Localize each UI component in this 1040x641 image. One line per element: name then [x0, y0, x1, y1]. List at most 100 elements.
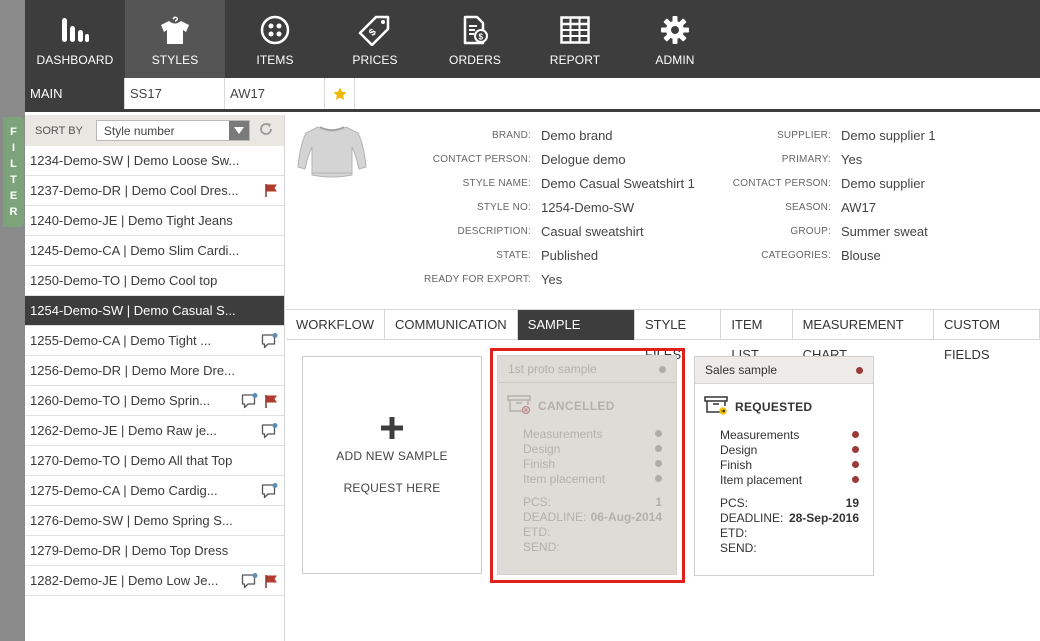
step-dot — [655, 475, 662, 482]
step-dot — [655, 460, 662, 467]
pcs-value: 19 — [845, 496, 859, 510]
field-label: SEASON: — [785, 202, 831, 213]
field-label: CONTACT PERSON: — [432, 154, 531, 165]
style-list-item[interactable]: 1237-Demo-DR | Demo Cool Dres... — [25, 176, 284, 206]
price-tag-icon: $ — [358, 15, 392, 46]
sample-card-cancelled[interactable]: 1st proto sample CANCELLED Measurements … — [497, 355, 677, 575]
style-list-item[interactable]: 1254-Demo-SW | Demo Casual S... — [25, 296, 284, 326]
deadline-value: 28-Sep-2016 — [788, 511, 859, 525]
flag-icon[interactable] — [264, 183, 278, 198]
refresh-icon[interactable] — [258, 121, 274, 140]
sample-title: 1st proto sample — [508, 362, 597, 376]
status-label: REQUESTED — [735, 399, 813, 414]
deadline-label: DEADLINE: — [720, 511, 784, 525]
style-list-item[interactable]: 1245-Demo-CA | Demo Slim Cardi... — [25, 236, 284, 266]
add-sample-subtext: REQUEST HERE — [343, 481, 441, 495]
tab-sample-request[interactable]: SAMPLE REQUEST — [517, 310, 636, 362]
step-label: Item placement — [720, 472, 803, 487]
style-list-item[interactable]: 1234-Demo-SW | Demo Loose Sw... — [25, 146, 284, 176]
style-list-item[interactable]: 1270-Demo-TO | Demo All that Top — [25, 446, 284, 476]
style-list-item[interactable]: 1279-Demo-DR | Demo Top Dress — [25, 536, 284, 566]
step-row: Item placement — [523, 471, 662, 486]
nav-styles[interactable]: STYLES — [125, 0, 225, 78]
style-list-item[interactable]: 1240-Demo-JE | Demo Tight Jeans — [25, 206, 284, 236]
filter-letter: E — [9, 190, 18, 202]
pcs-row: PCS: 1 — [523, 495, 662, 510]
season-tab-main[interactable]: MAIN — [25, 78, 125, 109]
style-list-item[interactable]: 1282-Demo-JE | Demo Low Je... — [25, 566, 284, 596]
style-item-label: 1262-Demo-JE | Demo Raw je... — [30, 423, 217, 438]
style-list-item[interactable]: 1276-Demo-SW | Demo Spring S... — [25, 506, 284, 536]
style-item-label: 1270-Demo-TO | Demo All that Top — [30, 453, 233, 468]
style-list-item[interactable]: 1250-Demo-TO | Demo Cool top — [25, 266, 284, 296]
nav-dashboard[interactable]: DASHBOARD — [25, 0, 125, 78]
tab-item-list[interactable]: ITEM LIST — [721, 310, 793, 362]
style-thumbnail[interactable] — [296, 123, 368, 186]
step-label: Measurements — [523, 426, 603, 441]
etd-row: ETD: — [720, 526, 859, 541]
box-cancelled-icon — [507, 394, 531, 417]
comment-icon[interactable] — [261, 483, 278, 499]
season-tab-aw17[interactable]: AW17 — [225, 78, 325, 109]
season-tabs: MAIN SS17 AW17 — [25, 78, 1040, 112]
status-dot — [856, 366, 863, 374]
flag-icon[interactable] — [264, 394, 278, 409]
field-value: Delogue demo — [541, 152, 626, 167]
nav-prices[interactable]: $ PRICES — [325, 0, 425, 78]
comment-icon[interactable] — [261, 423, 278, 439]
nav-label: ITEMS — [256, 53, 294, 67]
tab-measurement-chart[interactable]: MEASUREMENT CHART — [793, 310, 934, 362]
pcs-row: PCS: 19 — [720, 496, 859, 511]
step-dot — [655, 445, 662, 452]
step-row: Measurements — [720, 427, 859, 442]
pcs-value: 1 — [655, 495, 662, 509]
pcs-label: PCS: — [720, 496, 749, 510]
row-icons — [261, 423, 278, 439]
style-detail: BRAND: Demo brand CONTACT PERSON: Delogue d… — [286, 115, 1040, 309]
nav-report[interactable]: REPORT — [525, 0, 625, 78]
style-item-label: 1256-Demo-DR | Demo More Dre... — [30, 363, 235, 378]
sample-steps: Measurements Design Finish Item placemen… — [498, 426, 676, 486]
style-list-item[interactable]: 1262-Demo-JE | Demo Raw je... — [25, 416, 284, 446]
send-label: SEND: — [720, 541, 757, 555]
sort-label: SORT BY — [35, 124, 83, 137]
flag-icon[interactable] — [264, 574, 278, 589]
sort-select[interactable]: Style number — [95, 120, 250, 141]
status-label: CANCELLED — [538, 398, 615, 413]
style-list-item[interactable]: 1260-Demo-TO | Demo Sprin... — [25, 386, 284, 416]
sample-card-header: 1st proto sample — [498, 356, 676, 383]
nav-admin[interactable]: ADMIN — [625, 0, 725, 78]
season-tab-ss17[interactable]: SS17 — [125, 78, 225, 109]
sample-meta: PCS: 1 DEADLINE: 06-Aug-2014 ETD: SEND: — [498, 495, 676, 555]
field-value: AW17 — [841, 200, 876, 215]
gear-icon — [660, 15, 690, 45]
style-item-label: 1260-Demo-TO | Demo Sprin... — [30, 393, 211, 408]
nav-orders[interactable]: $ ORDERS — [425, 0, 525, 78]
style-list-item[interactable]: 1275-Demo-CA | Demo Cardig... — [25, 476, 284, 506]
sample-card-header: Sales sample — [695, 357, 873, 384]
tab-custom-fields[interactable]: CUSTOM FIELDS — [934, 310, 1040, 362]
dashboard-icon — [60, 15, 90, 45]
tab-communication[interactable]: COMMUNICATION — [385, 310, 518, 340]
filter-toggle[interactable]: F I L T E R — [3, 117, 24, 227]
field-value: Yes — [541, 272, 563, 287]
add-new-sample-card[interactable]: ADD NEW SAMPLE REQUEST HERE — [302, 356, 482, 574]
comment-icon[interactable] — [241, 573, 258, 589]
row-icons — [241, 573, 278, 589]
nav-items[interactable]: ITEMS — [225, 0, 325, 78]
sample-status: REQUESTED — [695, 395, 873, 418]
tab-style-files[interactable]: STYLE FILES — [635, 310, 722, 362]
step-dot — [852, 446, 859, 453]
favorite-star-button[interactable] — [325, 78, 355, 109]
etd-row: ETD: — [523, 525, 662, 540]
filter-letter: I — [11, 142, 16, 154]
comment-icon[interactable] — [261, 333, 278, 349]
style-list-item[interactable]: 1255-Demo-CA | Demo Tight ... — [25, 326, 284, 356]
style-list-item[interactable]: 1256-Demo-DR | Demo More Dre... — [25, 356, 284, 386]
sample-card-requested[interactable]: Sales sample REQUESTED Measurements Desi… — [694, 356, 874, 576]
field-label: PRIMARY: — [781, 154, 831, 165]
tab-workflow[interactable]: WORKFLOW — [286, 310, 385, 340]
comment-icon[interactable] — [241, 393, 258, 409]
field-label: CATEGORIES: — [761, 250, 831, 261]
style-list: 1234-Demo-SW | Demo Loose Sw... 1237-Demo… — [25, 146, 284, 596]
